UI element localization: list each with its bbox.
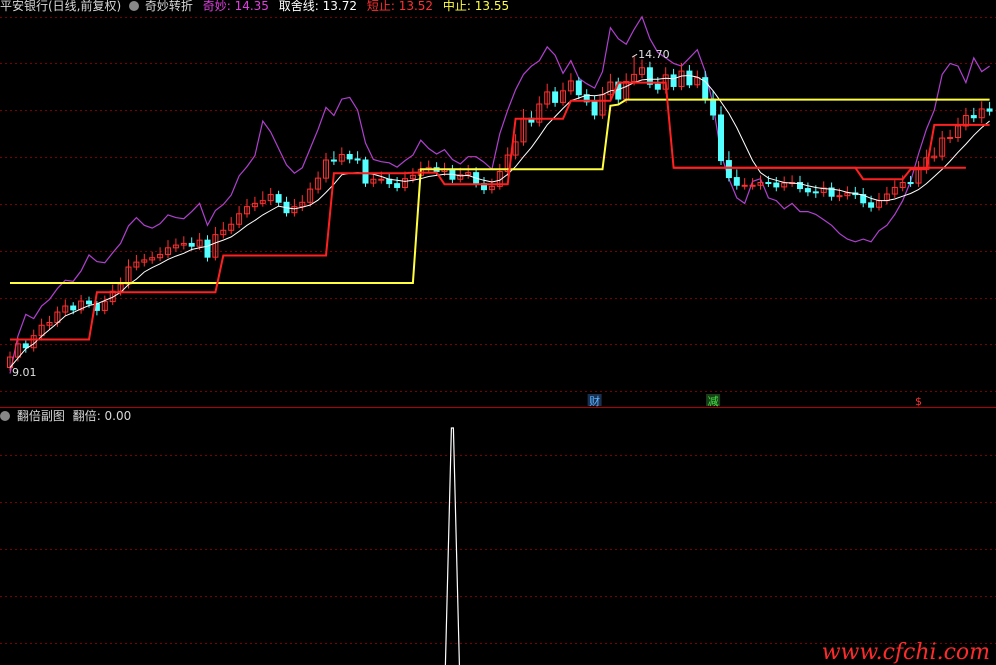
candle-body bbox=[710, 98, 717, 116]
candle-body bbox=[907, 182, 914, 185]
candle-body bbox=[773, 182, 780, 188]
candle-body bbox=[346, 154, 353, 160]
candle-body bbox=[804, 188, 811, 193]
candle-body bbox=[812, 191, 819, 194]
candle-body bbox=[86, 300, 92, 305]
candle-body bbox=[362, 159, 369, 184]
white-moving-line bbox=[9, 74, 990, 368]
white-line bbox=[9, 74, 990, 368]
candle-body bbox=[654, 83, 661, 90]
candle-body bbox=[749, 184, 756, 187]
candle-body bbox=[686, 70, 693, 86]
indicator-icon[interactable] bbox=[129, 1, 140, 11]
candle-body bbox=[575, 80, 582, 96]
header-item-qushe: 取舍线: 13.72 bbox=[278, 0, 357, 13]
candle-body bbox=[275, 194, 282, 203]
header-item-duanzhi: 短止: 13.52 bbox=[366, 0, 434, 13]
candle-body bbox=[670, 74, 677, 87]
candle-body bbox=[725, 160, 732, 179]
watermark: www.cfchi.com bbox=[821, 640, 990, 665]
candle-body bbox=[986, 108, 993, 112]
purple-indicator-line bbox=[9, 15, 990, 374]
signal-markers: 14.70 9.01 财 减 $ bbox=[12, 48, 922, 408]
candles bbox=[7, 55, 993, 371]
candle-body bbox=[733, 177, 740, 186]
stock-chart: 14.70 9.01 财 减 $ bbox=[0, 15, 996, 665]
candle-body bbox=[394, 183, 401, 188]
candle-body bbox=[947, 137, 954, 140]
candle-body bbox=[354, 158, 361, 161]
signal-marker: 财 bbox=[589, 394, 600, 408]
header-item-zhongzhi: 中止: 13.55 bbox=[442, 0, 510, 13]
sub-spike bbox=[444, 427, 460, 665]
candle-body bbox=[718, 114, 724, 162]
high-price-label: 14.70 bbox=[638, 48, 670, 61]
candle-body bbox=[591, 101, 598, 116]
indicator-name[interactable]: 奇妙转折 bbox=[145, 0, 193, 13]
candle-body bbox=[970, 115, 977, 119]
grid bbox=[0, 17, 996, 644]
signal-marker: $ bbox=[915, 395, 922, 408]
red-step-line bbox=[10, 81, 966, 341]
sub-indicator-icon[interactable] bbox=[0, 411, 10, 421]
candle-body bbox=[330, 159, 337, 162]
sub-header: 翻倍副图 翻倍: 0.00 bbox=[0, 409, 131, 424]
signal-marker: 减 bbox=[708, 395, 719, 408]
main-header: 平安银行(日线,前复权) 奇妙转折 奇妙: 14.35 取舍线: 13.72 短… bbox=[0, 0, 509, 14]
red-short-stop-line bbox=[10, 81, 990, 341]
candle-body bbox=[741, 184, 748, 187]
sub-panel-plot bbox=[444, 427, 460, 665]
low-price-label: 9.01 bbox=[12, 366, 37, 379]
candle-body bbox=[378, 178, 385, 181]
header-item-qimiao: 奇妙: 14.35 bbox=[202, 0, 269, 13]
candle-body bbox=[552, 91, 559, 103]
sub-panel-title[interactable]: 翻倍副图 bbox=[17, 409, 65, 423]
stock-title[interactable]: 平安银行(日线,前复权) bbox=[0, 0, 121, 13]
candle-body bbox=[765, 182, 772, 185]
candle-body bbox=[70, 305, 77, 311]
candle-body bbox=[868, 202, 875, 208]
candle-body bbox=[204, 239, 211, 258]
sub-panel-value: 翻倍: 0.00 bbox=[72, 409, 132, 423]
candle-body bbox=[836, 195, 843, 198]
purple-line bbox=[9, 15, 990, 374]
candle-body bbox=[188, 242, 195, 247]
